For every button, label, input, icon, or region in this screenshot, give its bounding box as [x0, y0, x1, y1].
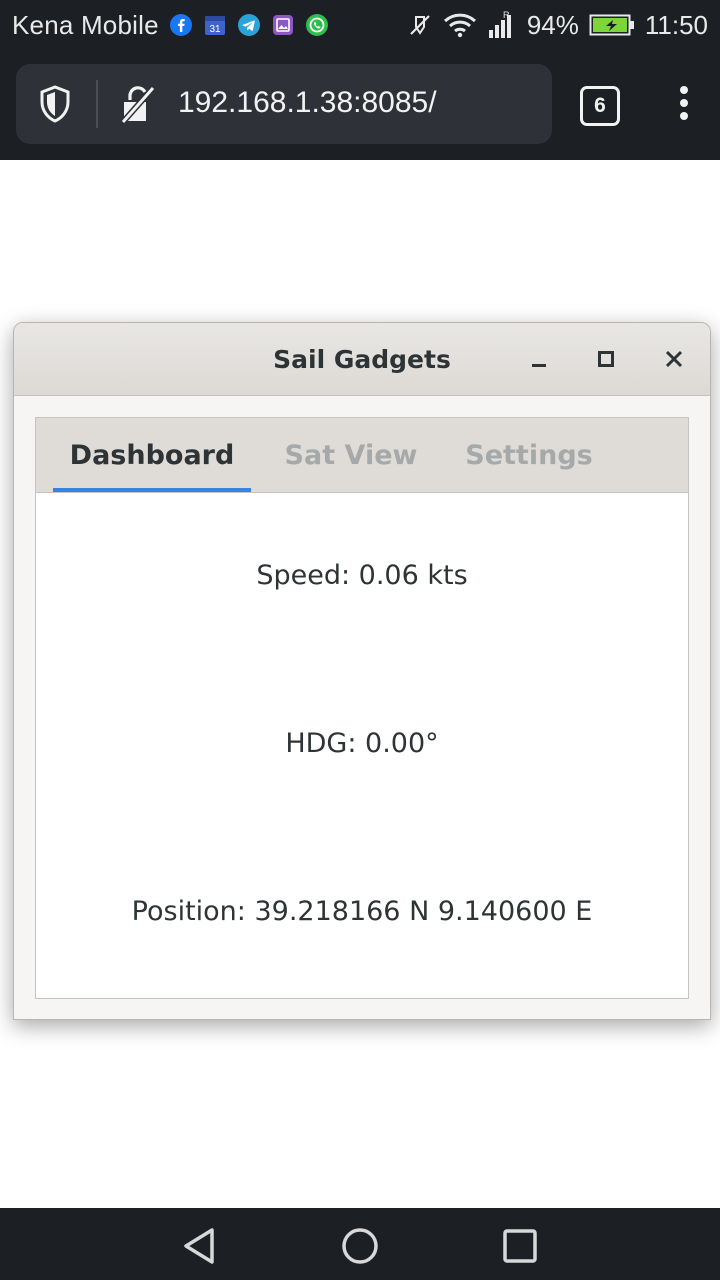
close-button[interactable] — [658, 343, 690, 375]
tab-switcher-button[interactable]: 6 — [580, 86, 620, 126]
back-icon[interactable] — [180, 1226, 220, 1266]
address-bar[interactable]: 192.168.1.38:8085/ — [16, 64, 552, 144]
signal-icon: R — [487, 10, 517, 40]
notification-icons: 31 — [169, 13, 329, 37]
url-text[interactable]: 192.168.1.38:8085/ — [178, 86, 437, 120]
heading-readout: HDG: 0.00° — [285, 728, 439, 759]
status-bar: Kena Mobile 31 R 94% 11:50 — [0, 0, 720, 50]
svg-text:R: R — [503, 10, 510, 20]
maximize-icon — [598, 351, 614, 367]
navigation-bar — [0, 1208, 720, 1280]
clock: 11:50 — [644, 9, 708, 40]
telegram-icon — [237, 13, 261, 37]
minimize-button[interactable] — [523, 343, 555, 375]
insecure-connection-icon[interactable] — [120, 84, 156, 128]
whatsapp-icon — [305, 13, 329, 37]
active-tab-indicator — [53, 488, 251, 492]
recents-icon[interactable] — [500, 1226, 540, 1266]
browser-toolbar: 192.168.1.38:8085/ 6 — [0, 50, 720, 160]
calendar-icon: 31 — [203, 13, 227, 37]
maximize-button[interactable] — [590, 343, 622, 375]
home-icon[interactable] — [340, 1226, 380, 1266]
gallery-icon — [271, 13, 295, 37]
window-titlebar[interactable]: Sail Gadgets — [14, 323, 710, 396]
app-window: Sail Gadgets Dashboard Sat View Settings… — [13, 322, 711, 1020]
wifi-icon — [443, 12, 477, 38]
tab-sat-view[interactable]: Sat View — [276, 418, 426, 492]
facebook-icon — [169, 13, 193, 37]
overflow-menu-icon[interactable] — [672, 86, 696, 126]
svg-text:31: 31 — [209, 24, 221, 35]
close-icon — [665, 350, 683, 368]
shield-icon[interactable] — [38, 85, 72, 127]
tab-dashboard[interactable]: Dashboard — [53, 418, 251, 492]
tab-notebook: Dashboard Sat View Settings Speed: 0.06 … — [35, 417, 689, 999]
position-readout: Position: 39.218166 N 9.140600 E — [131, 896, 593, 927]
speed-readout: Speed: 0.06 kts — [256, 560, 468, 591]
url-divider — [96, 80, 98, 128]
carrier-name: Kena Mobile — [12, 9, 159, 40]
system-status: R 94% 11:50 — [407, 10, 708, 41]
tab-settings[interactable]: Settings — [456, 418, 602, 492]
tab-bar: Dashboard Sat View Settings — [36, 418, 688, 493]
mute-icon — [407, 12, 433, 38]
battery-level: 94% — [526, 9, 579, 40]
battery-charging-icon — [589, 13, 635, 37]
minimize-icon — [532, 364, 546, 367]
